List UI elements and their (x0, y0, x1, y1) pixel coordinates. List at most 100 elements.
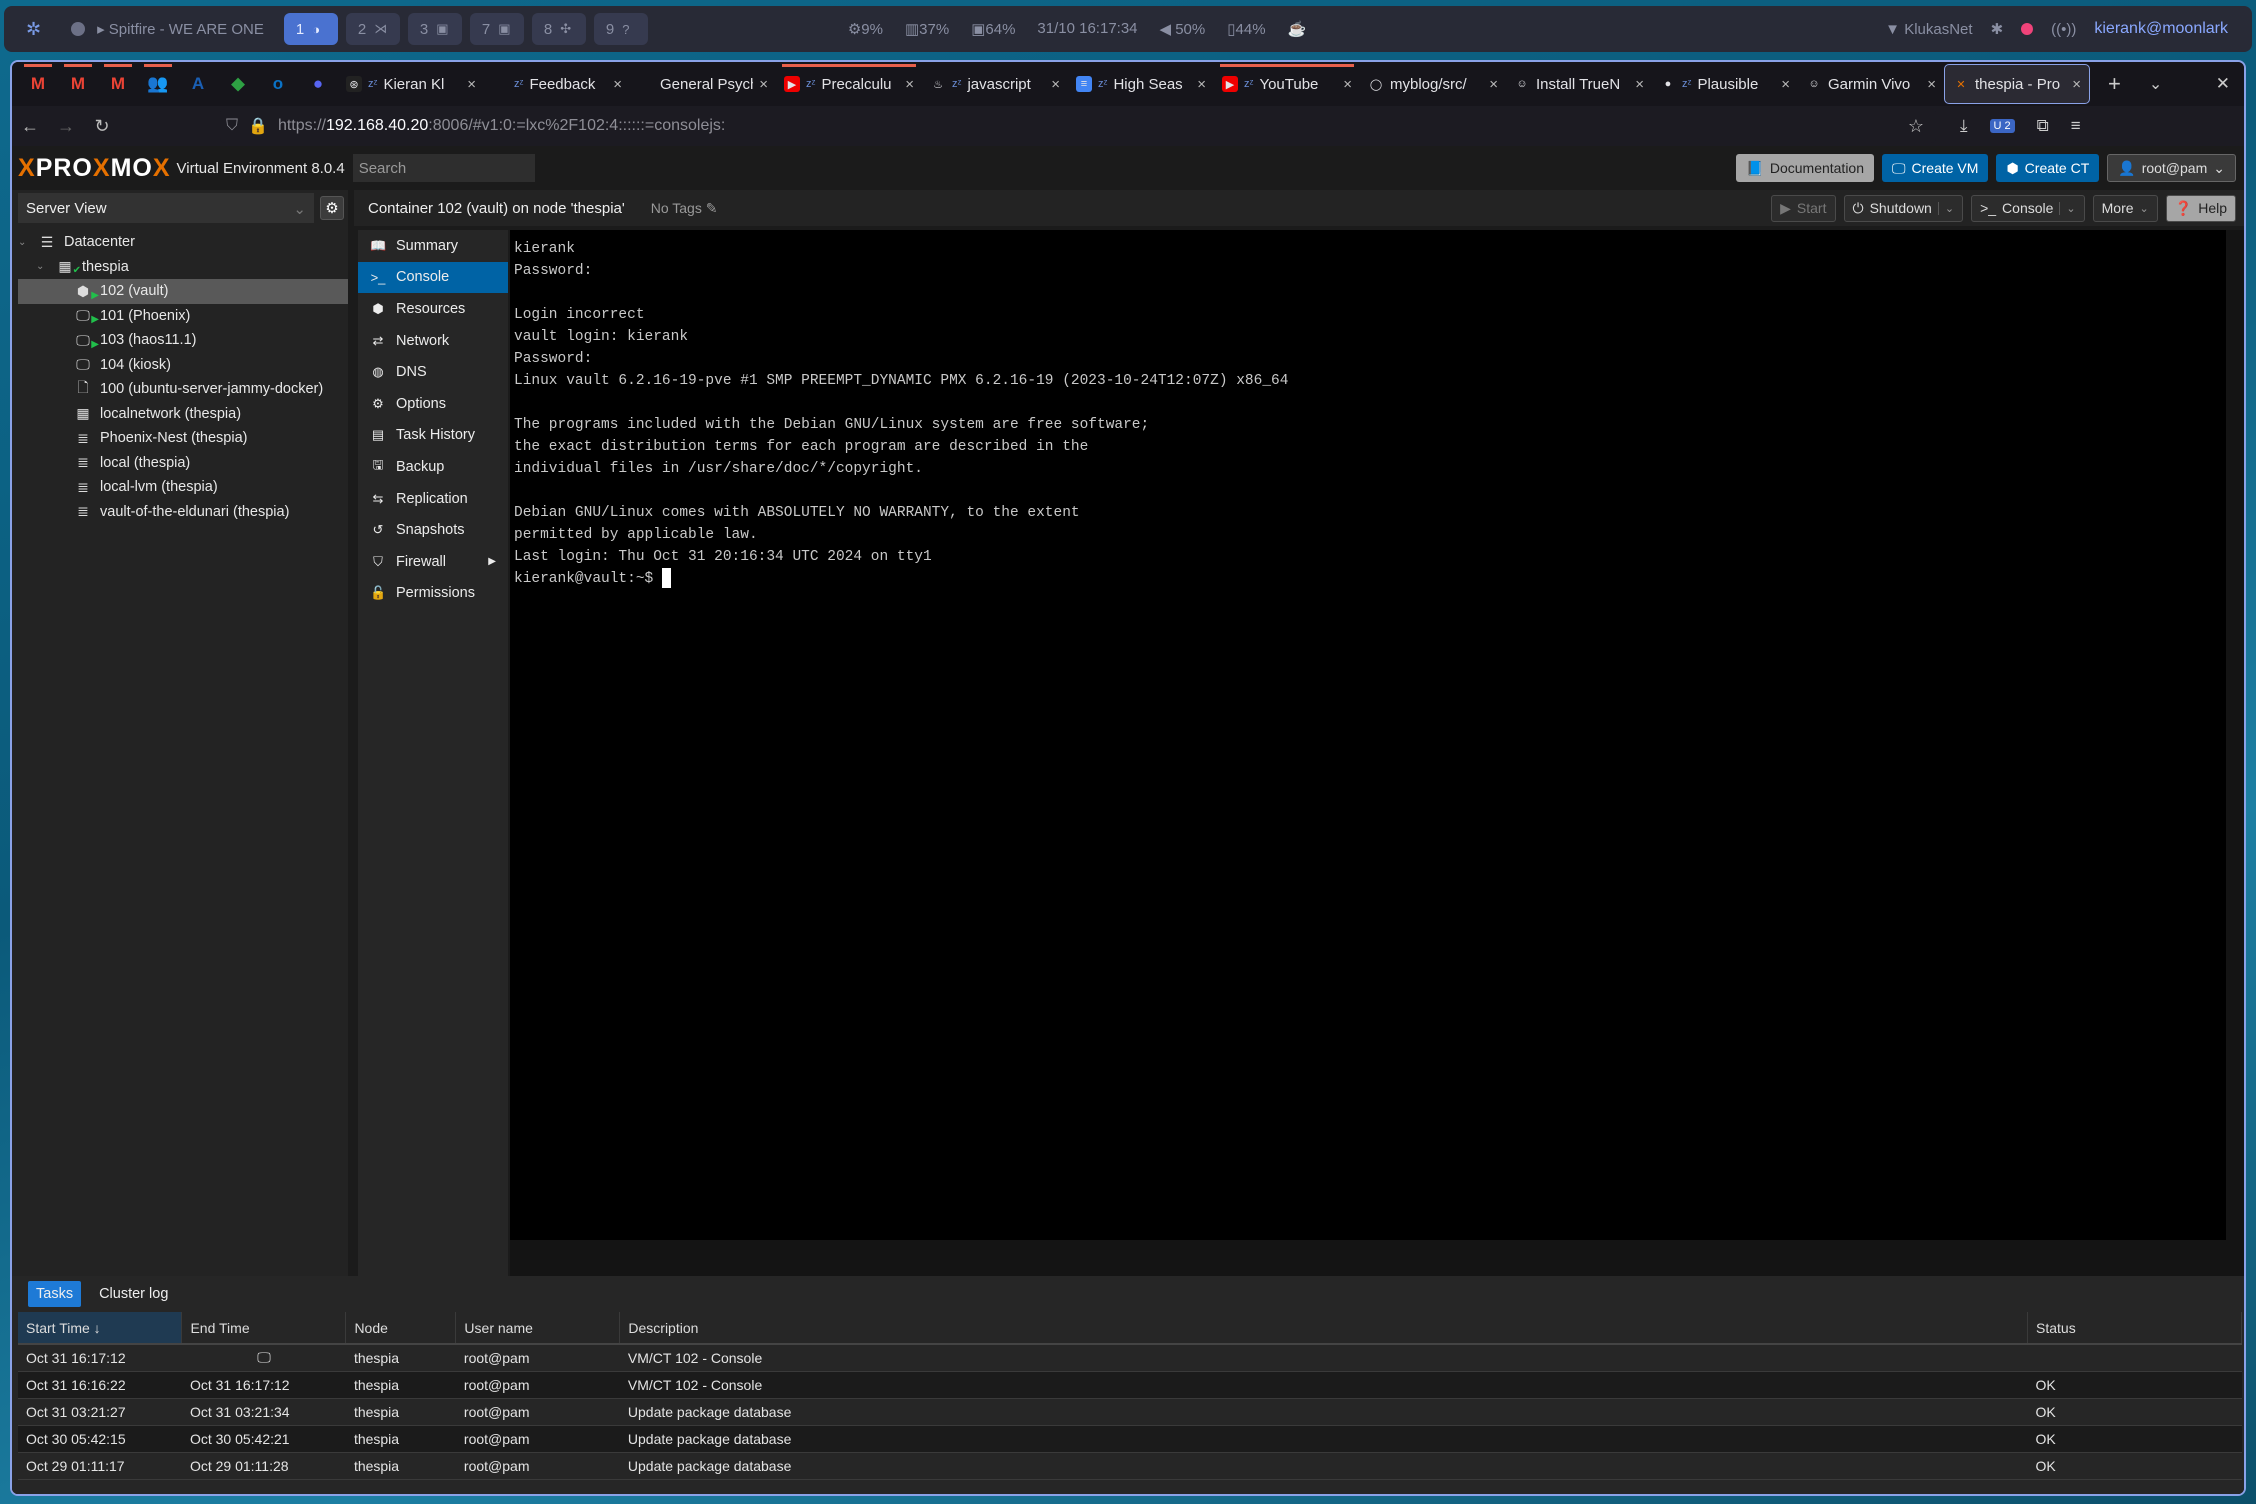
tree-node[interactable]: 🖵 ▶ 103 (haos11.1) (18, 328, 348, 353)
table-row[interactable]: Oct 31 16:17:12 🖵 thespia root@pam VM/CT 102… (18, 1344, 2242, 1372)
column-header[interactable]: Status (2027, 1312, 2242, 1345)
create-vm-button[interactable]: 🖵 Create VM (1882, 154, 1989, 182)
tree-node[interactable]: 🖵 ▶ 101 (Phoenix) (18, 304, 348, 329)
workspace-2[interactable]: 2 ⋊ (345, 13, 400, 45)
broadcast-icon[interactable]: ((•)) (2051, 21, 2076, 38)
documentation-button[interactable]: 📘 Documentation (1736, 154, 1875, 182)
clock[interactable]: 31/10 16:17:34 (1037, 20, 1137, 38)
tab-tasks[interactable]: Tasks (28, 1281, 82, 1307)
create-ct-button[interactable]: ⬢ Create CT (1996, 154, 2100, 182)
browser-tab[interactable]: ▶ zᶻ YouTube × (1214, 64, 1360, 104)
tab-close-button[interactable]: × (1343, 76, 1352, 93)
ublock-icon[interactable]: U 2 (1989, 119, 2015, 133)
lock-icon[interactable]: 🔒 (248, 116, 268, 136)
menu-item-summary[interactable]: 📖 Summary (358, 230, 508, 262)
menu-item-firewall[interactable]: ⛉ Firewall ▶ (358, 546, 508, 578)
tags-editor[interactable]: No Tags ✎ (651, 200, 718, 217)
tab-cluster-log[interactable]: Cluster log (91, 1281, 176, 1307)
browser-tab[interactable]: ✕ thespia - Pro × (1944, 64, 2090, 104)
browser-tab[interactable]: ♨ zᶻ javascript × (922, 64, 1068, 104)
column-header[interactable]: Description (619, 1312, 2029, 1345)
launcher-icon[interactable]: ✲ (26, 19, 41, 40)
table-row[interactable]: Oct 31 16:16:22 Oct 31 16:17:12 thespia roo… (18, 1371, 2242, 1399)
browser-tab[interactable]: ☺ Install TrueN × (1506, 64, 1652, 104)
tree-node[interactable]: ≣ local (thespia) (18, 451, 348, 476)
tree-node[interactable]: ⬢ ▶ 102 (vault) (18, 279, 348, 304)
tab-close-button[interactable]: × (1781, 76, 1790, 93)
pinned-tab[interactable]: M (98, 64, 138, 104)
extensions-icon[interactable]: ⧉ (2037, 116, 2049, 136)
browser-tab[interactable]: ≡ zᶻ High Seas × (1068, 64, 1214, 104)
menu-icon[interactable]: ≡ (2071, 116, 2081, 136)
workspace-9[interactable]: 9? (593, 13, 648, 45)
tab-close-button[interactable]: × (1927, 76, 1936, 93)
list-all-tabs-button[interactable]: ⌄ (2149, 74, 2162, 94)
browser-tab[interactable]: ▶ zᶻ Precalculu × (776, 64, 922, 104)
tree-node[interactable]: ⌄ ▦ ✔ thespia (18, 255, 348, 280)
new-tab-button[interactable]: + (2108, 71, 2121, 97)
pinned-tab[interactable]: o (258, 64, 298, 104)
tree-node[interactable]: ⌄ ☰ Datacenter (18, 230, 348, 255)
forward-button[interactable]: → (48, 116, 84, 137)
browser-tab[interactable]: zᶻ Feedback × (484, 64, 630, 104)
more-button[interactable]: More ⌄ (2092, 194, 2158, 222)
bookmark-star-icon[interactable]: ☆ (1908, 116, 1924, 137)
pinned-tab[interactable]: ◆ (218, 64, 258, 104)
tree-node[interactable]: ≣ local-lvm (thespia) (18, 475, 348, 500)
pinned-tab[interactable]: M (18, 64, 58, 104)
tree-node[interactable]: ▦ localnetwork (thespia) (18, 402, 348, 427)
proxmox-logo[interactable]: X PRO X MO X (18, 154, 171, 183)
tree-node[interactable]: ≣ Phoenix-Nest (thespia) (18, 426, 348, 451)
help-button[interactable]: ❓ Help (2165, 194, 2236, 222)
tab-close-button[interactable]: × (467, 76, 476, 93)
terminal[interactable]: kierank Password: Login incorrect vault … (510, 230, 2226, 1240)
shutdown-button[interactable]: ⏻ Shutdown ⌄ (1843, 194, 1964, 222)
column-header[interactable]: User name (455, 1312, 621, 1345)
tab-close-button[interactable]: × (1489, 76, 1498, 93)
column-header[interactable]: End Time (181, 1312, 347, 1345)
tree-node[interactable]: ≣ vault-of-the-eldunari (thespia) (18, 500, 348, 525)
browser-tab[interactable]: ☺ Garmin Vivo × (1798, 64, 1944, 104)
browser-tab[interactable]: General Psycho × (630, 64, 776, 104)
media-now-playing[interactable]: ▸ Spitfire - WE ARE ONE (97, 20, 264, 38)
tab-close-button[interactable]: × (759, 76, 768, 93)
pinned-tab[interactable]: M (58, 64, 98, 104)
menu-item-dns[interactable]: ◍ DNS (358, 356, 508, 388)
menu-item-permissions[interactable]: 🔓 Permissions (358, 578, 508, 610)
pinned-tab[interactable]: 👥 (138, 64, 178, 104)
back-button[interactable]: ← (12, 116, 48, 137)
workspace-7[interactable]: 7 ▣ (469, 13, 524, 45)
table-row[interactable]: Oct 31 03:21:27 Oct 31 03:21:34 thespia roo… (18, 1398, 2242, 1426)
view-selector[interactable]: Server View ⌄ (18, 193, 314, 223)
tab-close-button[interactable]: × (613, 76, 622, 93)
menu-item-replication[interactable]: ⇆ Replication (358, 483, 508, 515)
pinned-tab[interactable]: ● (298, 64, 338, 104)
notification-icon[interactable] (2021, 23, 2034, 35)
column-header[interactable]: Node (345, 1312, 457, 1345)
menu-item-options[interactable]: ⚙ Options (358, 388, 508, 420)
bluetooth-icon[interactable]: ✱ (1991, 20, 2004, 38)
url-bar[interactable]: ⛉ 🔒 https://192.168.40.20:8006/#v1:0:=lx… (220, 109, 1936, 143)
menu-item-resources[interactable]: ⬢ Resources (358, 293, 508, 325)
tab-close-button[interactable]: × (905, 76, 914, 93)
menu-item-task-history[interactable]: ▤ Task History (358, 420, 508, 452)
start-button[interactable]: ▶ Start (1771, 194, 1836, 222)
search-input[interactable]: Search (352, 154, 535, 182)
table-row[interactable]: Oct 30 05:42:15 Oct 30 05:42:21 thespia roo… (18, 1425, 2242, 1453)
idle-inhibitor-icon[interactable]: ☕ (1288, 20, 1307, 38)
chevron-down-icon[interactable]: ⌄ (2059, 201, 2076, 215)
tab-close-button[interactable]: × (1051, 76, 1060, 93)
tree-node[interactable]: 🖵 104 (kiosk) (18, 353, 348, 378)
tracking-protection-icon[interactable]: ⛉ (226, 117, 238, 135)
pinned-tab[interactable]: A (178, 64, 218, 104)
user-menu-button[interactable]: 👤 root@pam ⌄ (2107, 154, 2236, 182)
tree-settings-button[interactable]: ⚙ (320, 196, 344, 220)
volume-stat[interactable]: ◀ 50% (1160, 20, 1206, 38)
browser-tab[interactable]: ● zᶻ Plausible × (1652, 64, 1798, 104)
expand-toggle[interactable]: ⌄ (36, 261, 48, 272)
menu-item-console[interactable]: >_ Console (358, 261, 508, 294)
menu-item-network[interactable]: ⇄ Network (358, 325, 508, 357)
tree-node[interactable]: 🗋 100 (ubuntu-server-jammy-docker) (18, 377, 348, 402)
menu-item-backup[interactable]: 🖫 Backup (358, 451, 508, 483)
expand-toggle[interactable]: ⌄ (18, 237, 30, 248)
